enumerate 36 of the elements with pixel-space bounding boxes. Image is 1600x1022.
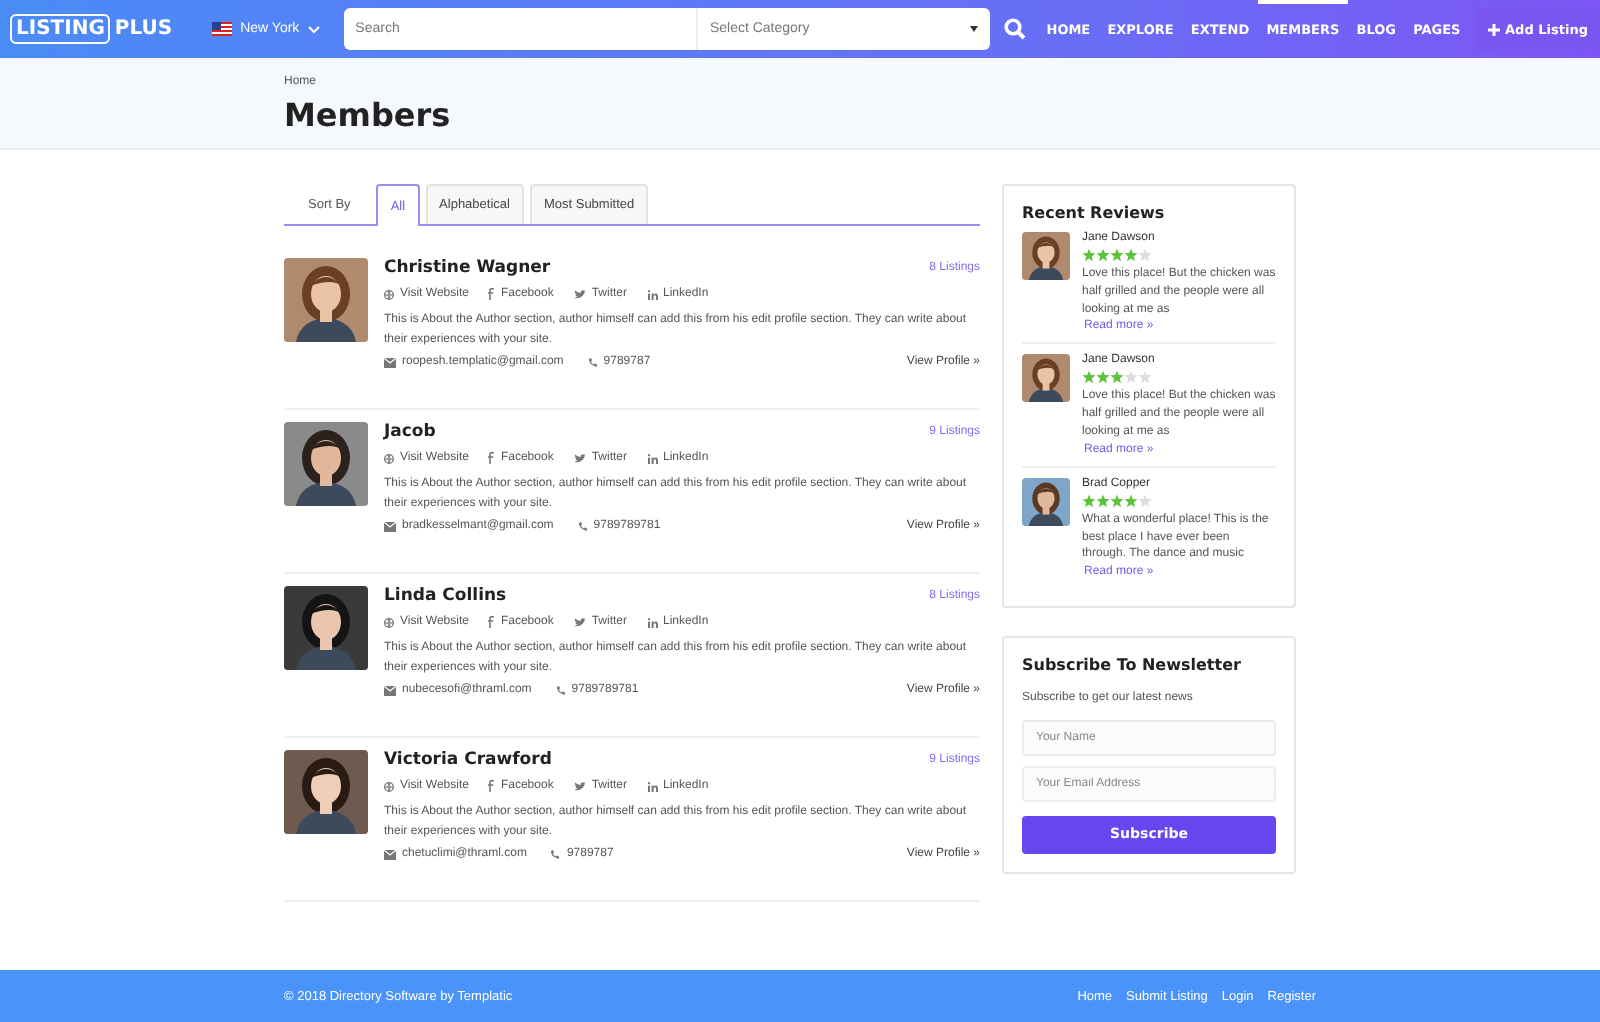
linkedin-icon [647, 617, 657, 627]
facebook-icon [488, 780, 495, 792]
linkedin-icon [647, 289, 657, 299]
caret-icon [969, 26, 978, 32]
bird-icon [573, 453, 586, 463]
linkedin-icon [647, 453, 657, 463]
globe-icon [384, 453, 394, 463]
member-name[interactable]: Jacob [384, 422, 436, 442]
bird-icon [573, 289, 586, 299]
phone-icon [550, 849, 561, 859]
plus-icon [1487, 23, 1500, 35]
envelope-icon [384, 685, 396, 695]
envelope-icon [384, 357, 396, 367]
phone-icon [555, 685, 566, 695]
page-title: Members [284, 96, 453, 134]
facebook-icon [488, 452, 495, 464]
bird-icon [573, 781, 586, 791]
member-name[interactable]: Victoria Crawford [384, 750, 552, 770]
facebook-icon [488, 288, 495, 300]
envelope-icon [384, 521, 396, 531]
member-name[interactable]: Linda Collins [384, 586, 507, 606]
member-name[interactable]: Christine Wagner [384, 258, 551, 278]
section-title: Subscribe To Newsletter [1022, 656, 1243, 675]
section-title: Recent Reviews [1022, 204, 1167, 222]
globe-icon [384, 289, 394, 299]
phone-icon [587, 357, 598, 367]
search-icon[interactable] [1003, 18, 1026, 40]
caret-icon[interactable] [307, 25, 320, 33]
globe-icon [384, 781, 394, 791]
linkedin-icon [647, 781, 657, 791]
facebook-icon [488, 616, 495, 628]
envelope-icon [384, 849, 396, 859]
phone-icon [577, 521, 588, 531]
flag-icon [212, 22, 233, 36]
bird-icon [573, 617, 586, 627]
globe-icon [384, 617, 394, 627]
